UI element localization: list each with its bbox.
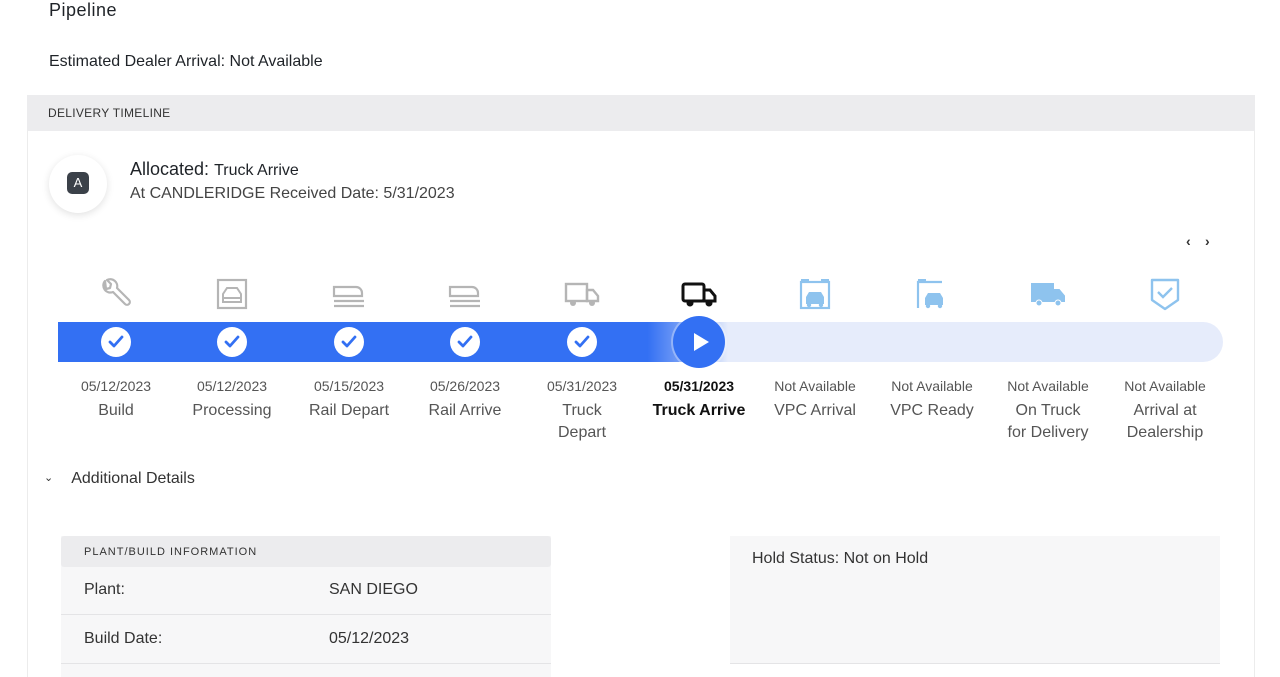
build-date-value: 05/12/2023 (329, 630, 410, 647)
stage-name: VPC Arrival (774, 402, 856, 419)
vpc-building-icon (912, 276, 952, 312)
plant-build-title: PLANT/BUILD INFORMATION (84, 546, 258, 558)
chevron-down-icon: ⌄ (44, 472, 54, 484)
stage-name: Build (98, 402, 134, 419)
stage-build: 05/12/2023 Build (58, 377, 174, 422)
stage-date: Not Available (774, 378, 856, 394)
delivery-timeline-title: DELIVERY TIMELINE (48, 106, 171, 120)
stage-name: Rail Depart (308, 402, 390, 419)
stage-arrival-at-dealership: Not Available Arrival at Dealership (1107, 377, 1223, 444)
factory-icon (212, 276, 252, 312)
stage-date: 05/31/2023 (663, 378, 735, 394)
shield-check-icon (1145, 276, 1185, 312)
vpc-building-icon (795, 276, 835, 312)
stage-complete-check-icon (450, 327, 480, 357)
truck-icon (1028, 276, 1068, 312)
additional-details-toggle[interactable]: ⌄ Additional Details (44, 470, 195, 488)
plant-build-header: PLANT/BUILD INFORMATION (61, 536, 551, 567)
stage-date: 05/12/2023 (80, 378, 152, 394)
stage-name: On Truck for Delivery (1007, 402, 1089, 441)
stage-date: 05/15/2023 (313, 378, 385, 394)
plant-value: SAN DIEGO (329, 581, 418, 598)
status-heading: Allocated: Truck Arrive (130, 159, 299, 180)
stage-truck-depart: 05/31/2023 Truck Depart (524, 377, 640, 444)
stage-truck-arrive: 05/31/2023 Truck Arrive (641, 377, 757, 422)
stage-icons-row (0, 276, 1280, 312)
stage-rail-depart: 05/15/2023 Rail Depart (291, 377, 407, 422)
stage-vpc-ready: Not Available VPC Ready (874, 377, 990, 422)
stage-processing: 05/12/2023 Processing (174, 377, 290, 422)
stage-complete-check-icon (567, 327, 597, 357)
build-date-key: Build Date: (84, 630, 163, 647)
stage-date: Not Available (1124, 378, 1206, 394)
truck-icon (562, 276, 602, 312)
rail-car-icon (329, 276, 369, 312)
truck-icon (679, 276, 719, 312)
page-title: Pipeline (49, 0, 118, 20)
status-badge: A (67, 172, 89, 194)
stage-complete-check-icon (217, 327, 247, 357)
table-row: Plant: SAN DIEGO (61, 567, 551, 615)
stage-date: 05/31/2023 (546, 378, 618, 394)
stage-date: Not Available (891, 378, 973, 394)
status-sub-label: Truck Arrive (214, 162, 299, 179)
table-row: Build Date: 05/12/2023 (61, 616, 551, 664)
stage-complete-check-icon (334, 327, 364, 357)
timeline-prev-button[interactable]: ‹ (1186, 233, 1191, 249)
stage-on-truck-for-delivery: Not Available On Truck for Delivery (990, 377, 1106, 444)
status-label: Allocated: (130, 159, 210, 179)
wrench-icon (96, 276, 136, 312)
estimated-dealer-arrival: Estimated Dealer Arrival: Not Available (49, 53, 323, 70)
current-stage-play-icon (673, 316, 725, 368)
stage-name: Truck Arrive (652, 402, 746, 419)
stage-vpc-arrival: Not Available VPC Arrival (757, 377, 873, 422)
stage-date: Not Available (1007, 378, 1089, 394)
additional-details-label: Additional Details (71, 470, 195, 487)
timeline-next-button[interactable]: › (1205, 233, 1210, 249)
stage-name: Arrival at Dealership (1126, 402, 1204, 441)
plant-build-card: PLANT/BUILD INFORMATION Plant: SAN DIEGO… (61, 536, 551, 677)
hold-status-card: Hold Status: Not on Hold (730, 536, 1220, 664)
stage-name: VPC Ready (890, 402, 974, 419)
stage-date: 05/26/2023 (429, 378, 501, 394)
hold-status: Hold Status: Not on Hold (752, 550, 929, 567)
delivery-timeline-header: DELIVERY TIMELINE (27, 95, 1255, 131)
rail-car-icon (445, 276, 485, 312)
stage-name: Truck Depart (557, 402, 607, 441)
stage-name: Processing (192, 402, 272, 419)
progress-fill (58, 322, 728, 362)
status-location: At CANDLERIDGE Received Date: 5/31/2023 (130, 185, 455, 202)
stage-date: 05/12/2023 (196, 378, 268, 394)
status-avatar: A (49, 155, 107, 213)
stage-complete-check-icon (101, 327, 131, 357)
stage-rail-arrive: 05/26/2023 Rail Arrive (407, 377, 523, 422)
plant-key: Plant: (84, 581, 125, 598)
stage-name: Rail Arrive (428, 402, 502, 419)
